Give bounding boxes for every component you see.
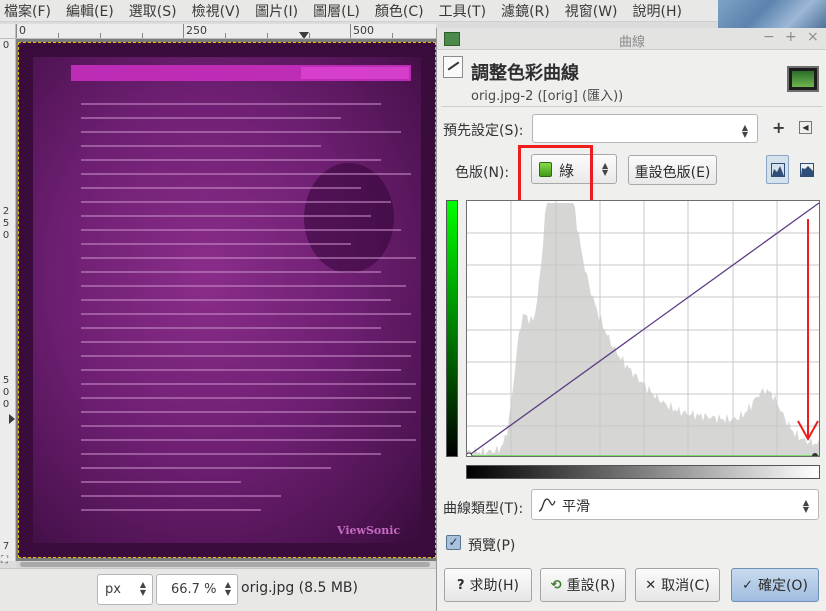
menu-file[interactable]: 檔案(F) [4, 1, 51, 21]
menubar: 檔案(F) 編輯(E) 選取(S) 檢視(V) 圖片(I) 圖層(L) 顏色(C… [0, 0, 718, 22]
question-icon: ? [457, 577, 465, 593]
reset-label: 重設(R) [566, 578, 616, 594]
horizontal-ruler[interactable]: 0 250 500 [16, 24, 436, 39]
channel-label: 色版(N): [455, 165, 510, 181]
linear-histogram-icon[interactable] [766, 155, 789, 184]
ok-label: 確定(O) [757, 578, 808, 594]
close-icon[interactable]: × [807, 29, 819, 45]
minimize-icon[interactable]: − [763, 29, 775, 45]
preset-combobox[interactable]: ▲ ▼ [532, 114, 758, 143]
ruler-label: 0 [19, 24, 26, 37]
reset-button[interactable]: ⟲ 重設(R) [540, 568, 626, 602]
spin-arrows-icon: ▲ ▼ [224, 580, 231, 597]
cancel-label: 取消(C) [661, 578, 710, 594]
output-gradient-bar [446, 200, 458, 457]
curves-dialog: 曲線 − + × 調整色彩曲線 orig.jpg-2 ([orig] (匯入))… [436, 28, 826, 611]
cancel-button[interactable]: ✕ 取消(C) [635, 568, 720, 602]
menu-arrow-icon[interactable]: ◀ [799, 121, 812, 134]
ruler-label: 2 [2, 206, 10, 217]
curve-type-combobox[interactable]: 平滑 ▲ ▼ [531, 489, 819, 520]
menu-filters[interactable]: 濾鏡(R) [501, 1, 550, 21]
combo-arrows-icon: ▲ ▼ [802, 498, 809, 514]
pointer-marker [299, 32, 309, 38]
check-icon: ✓ [742, 577, 753, 593]
monitor-brand-logo: ViewSonic [337, 524, 401, 537]
image-canvas[interactable]: ViewSonic [16, 39, 436, 561]
preview-label: 預覽(P) [468, 538, 516, 554]
image-thumbnail [787, 66, 819, 92]
log-histogram-icon[interactable] [795, 155, 818, 184]
unit-select[interactable]: px ▲ ▼ [97, 574, 153, 605]
help-button[interactable]: ? 求助(H) [444, 568, 532, 602]
ruler-label: 7 [2, 541, 10, 552]
reset-channel-button[interactable]: 重設色版(E) [628, 155, 717, 185]
zoom-field[interactable]: 66.7 % ▲ ▼ [156, 574, 238, 605]
navigate-icon[interactable]: ⛶ [1, 555, 15, 569]
ruler-label: 0 [2, 230, 10, 241]
ruler-corner[interactable] [0, 24, 16, 39]
channel-value: 綠 [559, 162, 575, 180]
ruler-label: 250 [186, 24, 207, 37]
curve-type-value: 平滑 [562, 499, 590, 515]
ruler-label: 0 [2, 40, 10, 51]
dialog-titlebar[interactable]: 曲線 − + × [437, 28, 826, 50]
help-label: 求助(H) [469, 578, 519, 594]
curve-editor[interactable] [466, 200, 820, 457]
ruler-label: 0 [2, 399, 10, 410]
photo-of-monitor[interactable]: ViewSonic [18, 42, 436, 558]
ruler-label: 5 [2, 375, 10, 386]
vertical-ruler[interactable]: 0 2 5 0 5 0 0 7 [0, 39, 16, 561]
menu-windows[interactable]: 視窗(W) [565, 1, 618, 21]
combo-arrows-icon: ▲ ▼ [741, 123, 748, 139]
menu-tools[interactable]: 工具(T) [439, 1, 486, 21]
plus-icon[interactable]: + [772, 118, 785, 137]
divider [441, 106, 823, 107]
ruler-label: 0 [2, 387, 10, 398]
curve-graph[interactable] [467, 201, 820, 457]
desktop-background [718, 0, 826, 28]
close-icon: ✕ [645, 577, 657, 593]
curve-type-label: 曲線類型(T): [443, 501, 524, 517]
maximize-icon[interactable]: + [785, 29, 797, 45]
menu-help[interactable]: 說明(H) [633, 1, 682, 21]
spin-arrows-icon: ▲ ▼ [139, 580, 146, 597]
channel-spin-arrows-icon[interactable]: ▲ ▼ [596, 154, 620, 184]
screen-tab-bar [71, 65, 411, 81]
menu-view[interactable]: 檢視(V) [192, 1, 241, 21]
unit-value: px [105, 582, 121, 597]
menu-edit[interactable]: 編輯(E) [66, 1, 114, 21]
ruler-label: 5 [2, 218, 10, 229]
green-channel-icon [539, 162, 552, 177]
reset-icon: ⟲ [550, 577, 562, 593]
dialog-heading: 調整色彩曲線 [471, 63, 579, 84]
menu-image[interactable]: 圖片(I) [255, 1, 298, 21]
menu-layer[interactable]: 圖層(L) [313, 1, 360, 21]
smooth-curve-icon [538, 498, 556, 512]
zoom-value: 66.7 % [171, 582, 217, 597]
input-gradient-bar [466, 465, 820, 479]
preset-label: 預先設定(S): [443, 123, 524, 139]
curves-tool-icon [443, 56, 463, 78]
menu-select[interactable]: 選取(S) [129, 1, 177, 21]
pointer-marker [9, 414, 15, 424]
ok-button[interactable]: ✓ 確定(O) [731, 568, 819, 602]
preview-checkbox[interactable]: ✓ [446, 535, 461, 550]
horizontal-scrollbar[interactable] [16, 561, 436, 568]
dialog-subtitle: orig.jpg-2 ([orig] (匯入)) [471, 89, 624, 104]
ruler-label: 500 [353, 24, 374, 37]
curve-start-point [467, 452, 473, 456]
file-info: orig.jpg (8.5 MB) [241, 580, 358, 596]
menu-colors[interactable]: 顏色(C) [375, 1, 424, 21]
